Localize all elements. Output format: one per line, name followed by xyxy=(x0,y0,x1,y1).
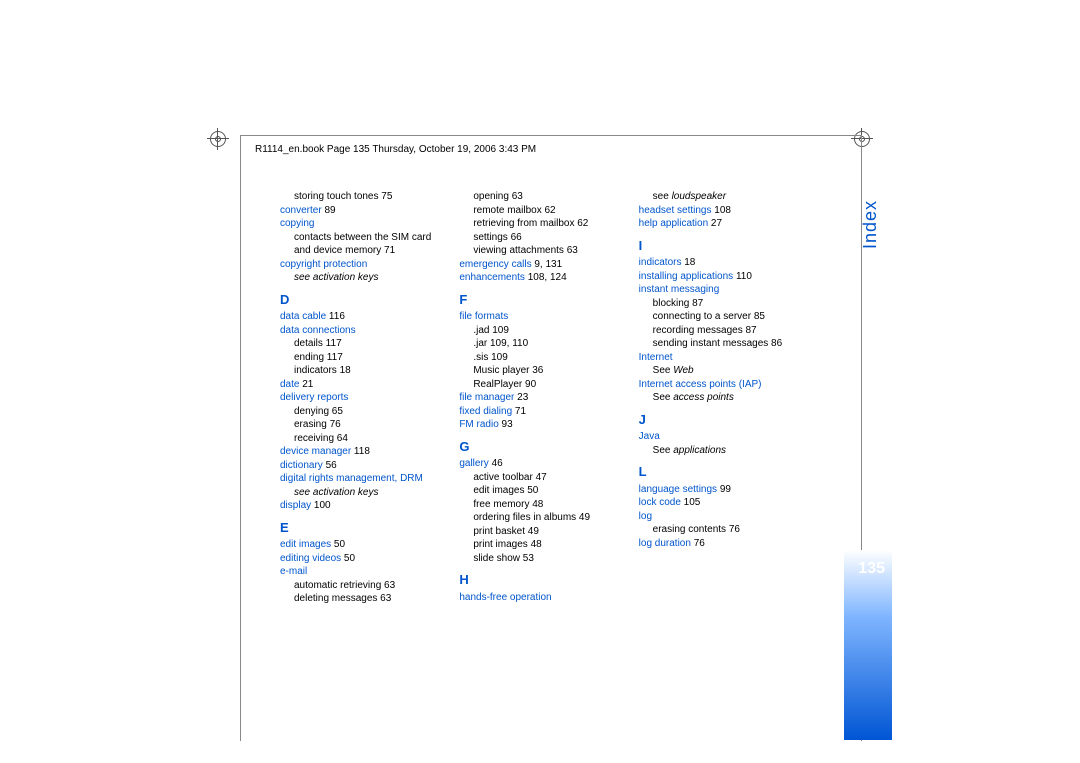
book-header: R1114_en.book Page 135 Thursday, October… xyxy=(255,144,536,155)
entry: retrieving from mailbox 62 xyxy=(459,217,620,231)
letter-D: D xyxy=(280,291,441,309)
letter-E: E xyxy=(280,519,441,537)
entry: copying xyxy=(280,217,441,231)
entry: recording messages 87 xyxy=(639,324,800,338)
entry: erasing 76 xyxy=(280,418,441,432)
entry: Music player 36 xyxy=(459,364,620,378)
entry: viewing attachments 63 xyxy=(459,244,620,258)
entry: enhancements 108, 124 xyxy=(459,271,620,285)
entry: slide show 53 xyxy=(459,552,620,566)
entry: instant messaging xyxy=(639,283,800,297)
entry: digital rights management, DRM xyxy=(280,472,441,486)
side-gradient xyxy=(844,550,892,740)
crop-mark-icon xyxy=(210,131,226,147)
letter-J: J xyxy=(639,411,800,429)
index-content: storing touch tones 75 converter 89 copy… xyxy=(280,190,800,610)
entry: remote mailbox 62 xyxy=(459,204,620,218)
entry: see activation keys xyxy=(280,486,441,500)
entry: help application 27 xyxy=(639,217,800,231)
entry: See access points xyxy=(639,391,800,405)
entry: see activation keys xyxy=(280,271,441,285)
entry: opening 63 xyxy=(459,190,620,204)
entry: Java xyxy=(639,430,800,444)
entry: gallery 46 xyxy=(459,457,620,471)
entry: denying 65 xyxy=(280,405,441,419)
letter-L: L xyxy=(639,463,800,481)
entry: active toolbar 47 xyxy=(459,471,620,485)
entry: display 100 xyxy=(280,499,441,513)
entry: device manager 118 xyxy=(280,445,441,459)
entry: data cable 116 xyxy=(280,310,441,324)
entry: ordering files in albums 49 xyxy=(459,511,620,525)
letter-I: I xyxy=(639,237,800,255)
entry: erasing contents 76 xyxy=(639,523,800,537)
section-title: Index xyxy=(860,200,881,249)
entry: print basket 49 xyxy=(459,525,620,539)
entry: lock code 105 xyxy=(639,496,800,510)
entry: sending instant messages 86 xyxy=(639,337,800,351)
entry: contacts between the SIM card and device… xyxy=(280,231,441,258)
letter-G: G xyxy=(459,438,620,456)
entry: edit images 50 xyxy=(280,538,441,552)
entry: deleting messages 63 xyxy=(280,592,441,606)
entry: free memory 48 xyxy=(459,498,620,512)
entry: indicators 18 xyxy=(280,364,441,378)
entry: delivery reports xyxy=(280,391,441,405)
entry: installing applications 110 xyxy=(639,270,800,284)
letter-F: F xyxy=(459,291,620,309)
entry: settings 66 xyxy=(459,231,620,245)
entry: dictionary 56 xyxy=(280,459,441,473)
entry: details 117 xyxy=(280,337,441,351)
entry: copyright protection xyxy=(280,258,441,272)
entry: headset settings 108 xyxy=(639,204,800,218)
entry: connecting to a server 85 xyxy=(639,310,800,324)
entry: RealPlayer 90 xyxy=(459,378,620,392)
entry: See Web xyxy=(639,364,800,378)
entry: fixed dialing 71 xyxy=(459,405,620,419)
entry: FM radio 93 xyxy=(459,418,620,432)
entry: editing videos 50 xyxy=(280,552,441,566)
entry: receiving 64 xyxy=(280,432,441,446)
entry: .jad 109 xyxy=(459,324,620,338)
entry: e-mail xyxy=(280,565,441,579)
entry: log xyxy=(639,510,800,524)
entry: file formats xyxy=(459,310,620,324)
entry: data connections xyxy=(280,324,441,338)
entry: indicators 18 xyxy=(639,256,800,270)
entry: see loudspeaker xyxy=(639,190,800,204)
entry: automatic retrieving 63 xyxy=(280,579,441,593)
entry: blocking 87 xyxy=(639,297,800,311)
entry: .jar 109, 110 xyxy=(459,337,620,351)
entry: log duration 76 xyxy=(639,537,800,551)
entry: Internet xyxy=(639,351,800,365)
entry: language settings 99 xyxy=(639,483,800,497)
entry: print images 48 xyxy=(459,538,620,552)
page-number: 135 xyxy=(858,560,885,578)
entry: Internet access points (IAP) xyxy=(639,378,800,392)
entry: date 21 xyxy=(280,378,441,392)
entry: file manager 23 xyxy=(459,391,620,405)
entry: See applications xyxy=(639,444,800,458)
letter-H: H xyxy=(459,571,620,589)
entry: edit images 50 xyxy=(459,484,620,498)
entry: storing touch tones 75 xyxy=(280,190,441,204)
entry: .sis 109 xyxy=(459,351,620,365)
entry: ending 117 xyxy=(280,351,441,365)
entry: hands-free operation xyxy=(459,591,620,605)
entry: emergency calls 9, 131 xyxy=(459,258,620,272)
entry: converter 89 xyxy=(280,204,441,218)
